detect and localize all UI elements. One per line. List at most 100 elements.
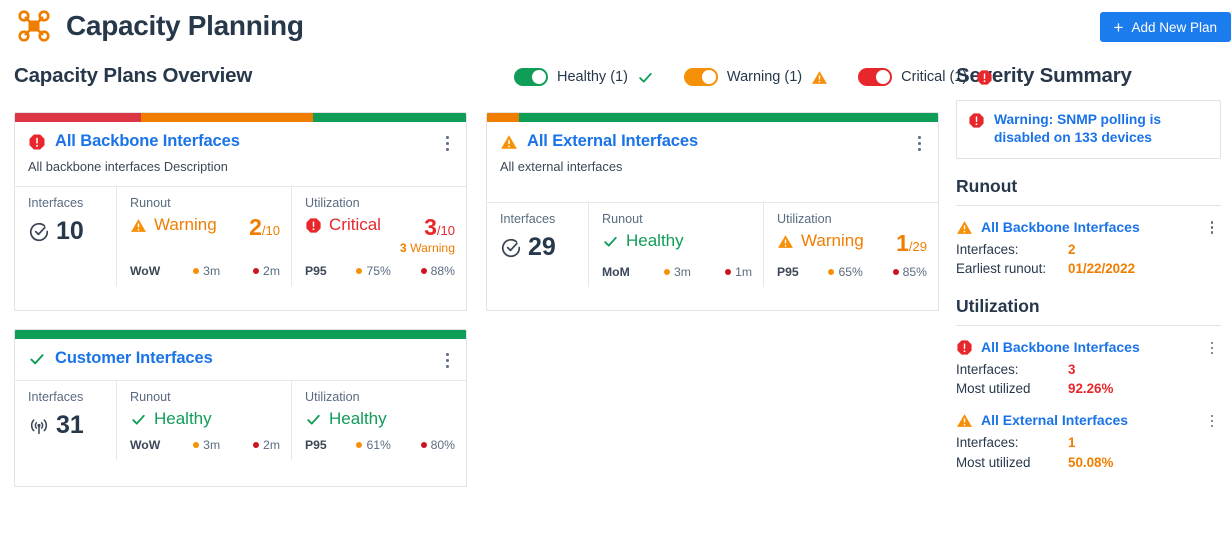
severity-bar [487,113,938,122]
interfaces-value: 10 [56,217,84,245]
card-menu-button[interactable] [438,133,456,153]
brand: Capacity Planning [14,6,304,46]
warning-threshold-dot [193,267,200,274]
toggle-warning[interactable] [683,68,718,86]
utilization-label: Utilization [305,390,360,404]
card-metrics: Interfaces 10 Runout Warning 2/10 WoW 3m… [15,186,466,286]
capacity-plan-card[interactable]: All External Interfaces All external int… [486,112,939,311]
runout-critical-threshold: 2m [263,438,280,452]
toggle-healthy[interactable] [514,68,548,86]
runout-status: Healthy [154,409,212,428]
severity-item-menu-button[interactable] [1205,219,1219,237]
check-icon [639,72,652,83]
severity-item[interactable]: All External Interfaces Interfaces: 1 Mo… [956,412,1221,472]
utilization-column: Utilization Warning 1/29 P95 65% 85% [763,203,938,287]
antenna-signal-icon [30,418,48,434]
check-icon [604,236,617,247]
utilization-status: Critical [329,215,381,234]
runout-critical-threshold: 2m [263,263,280,278]
check-icon [307,414,320,425]
utilization-status: Healthy [329,409,387,428]
runout-denominator: /10 [261,223,280,238]
runout-algorithm: WoW [130,263,161,278]
capacity-plan-card[interactable]: All Backbone Interfaces All backbone int… [14,112,467,311]
utilization-warning-threshold: 75% [366,263,391,278]
card-title-link[interactable]: All External Interfaces [527,132,698,151]
severity-item-link[interactable]: All External Interfaces [981,412,1128,428]
filter-critical[interactable]: Critical (1) [858,68,993,86]
interfaces-column: Interfaces 31 [15,381,116,460]
utilization-column: Utilization Critical 3/10 3 Warning P95 … [291,187,466,286]
warning-triangle-icon [957,220,972,234]
check-icon [30,353,44,364]
clock-check-icon [29,222,49,241]
warning-threshold-dot [193,442,200,448]
severity-filters: Healthy (1) Warning (1) Critical (1) [514,68,993,86]
severity-item[interactable]: All Backbone Interfaces Interfaces: 3 Mo… [956,339,1221,399]
interfaces-label: Interfaces [500,212,556,226]
filter-warning[interactable]: Warning (1) [683,68,828,86]
utilization-sub-label: Warning [410,240,455,255]
runout-algorithm: MoM [602,264,630,279]
utilization-denominator: /10 [436,223,455,238]
severity-item-link[interactable]: All Backbone Interfaces [981,219,1140,235]
capacity-plan-card[interactable]: Customer Interfaces Interfaces 31 Runout… [14,329,467,487]
card-menu-button[interactable] [438,350,456,370]
card-menu-button[interactable] [910,133,928,153]
critical-octagon-icon [306,217,321,233]
runout-status: Warning [154,215,217,234]
card-header: All External Interfaces All external int… [487,122,938,174]
critical-octagon-icon [29,134,45,149]
filter-warning-label: Warning (1) [726,69,803,85]
severity-summary-panel: Warning: SNMP polling is disabled on 133… [956,100,1221,472]
severity-item-menu-button[interactable] [1205,412,1219,430]
severity-row-key: Most utilized [956,381,1031,397]
utilization-algorithm: P95 [777,264,799,279]
severity-row-key: Interfaces: [956,361,1019,377]
critical-octagon-icon [969,113,984,128]
interfaces-value: 31 [56,411,84,439]
card-description: All backbone interfaces Description [28,159,228,174]
severity-row-value: 1 [1068,434,1076,450]
divider [956,324,1221,326]
snmp-warning-banner[interactable]: Warning: SNMP polling is disabled on 133… [956,100,1221,159]
critical-threshold-dot [253,442,260,448]
severity-item-menu-button[interactable] [1205,339,1219,357]
page-title: Capacity Planning [66,10,304,41]
warning-triangle-icon [778,234,793,248]
card-metrics: Interfaces 31 Runout Healthy WoW 3m 2m U… [15,380,466,460]
card-description: All external interfaces [500,159,623,174]
runout-column: Runout Healthy WoW 3m 2m [116,381,291,460]
runout-label: Runout [130,390,171,404]
utilization-count: 1 [896,230,909,256]
utilization-denominator: /29 [908,239,927,254]
severity-row-key: Most utilized [956,454,1031,470]
warning-triangle-icon [501,134,517,149]
critical-threshold-dot [892,268,899,275]
severity-row-key: Earliest runout: [956,261,1047,277]
toggle-critical[interactable] [858,68,893,86]
clock-check-icon [501,238,521,257]
runout-column: Runout Warning 2/10 WoW 3m 2m [116,187,291,286]
severity-group-title: Runout [956,175,1018,196]
utilization-warning-threshold: 65% [838,264,863,279]
critical-octagon-icon [977,69,992,85]
page-header: Capacity Planning + Add New Plan [0,0,1231,58]
filter-healthy[interactable]: Healthy (1) [514,68,654,86]
interfaces-value: 29 [528,233,556,261]
snmp-warning-link[interactable]: Warning: SNMP polling is disabled on 133… [994,111,1209,148]
warning-triangle-icon [957,414,972,427]
card-title-link[interactable]: Customer Interfaces [55,349,213,368]
card-metrics: Interfaces 29 Runout Healthy MoM 3m 1m U… [487,202,938,287]
card-title-link[interactable]: All Backbone Interfaces [55,132,240,151]
runout-status: Healthy [626,231,684,250]
severity-item-link[interactable]: All Backbone Interfaces [981,339,1140,355]
warning-triangle-icon [131,218,146,232]
filter-healthy-label: Healthy (1) [557,69,628,85]
warning-threshold-dot [356,267,363,274]
severity-item[interactable]: All Backbone Interfaces Interfaces: 2 Ea… [956,219,1221,279]
utilization-algorithm: P95 [305,438,327,452]
runout-column: Runout Healthy MoM 3m 1m [588,203,763,287]
add-new-plan-button[interactable]: + Add New Plan [1099,12,1231,42]
warning-triangle-icon [812,70,828,84]
